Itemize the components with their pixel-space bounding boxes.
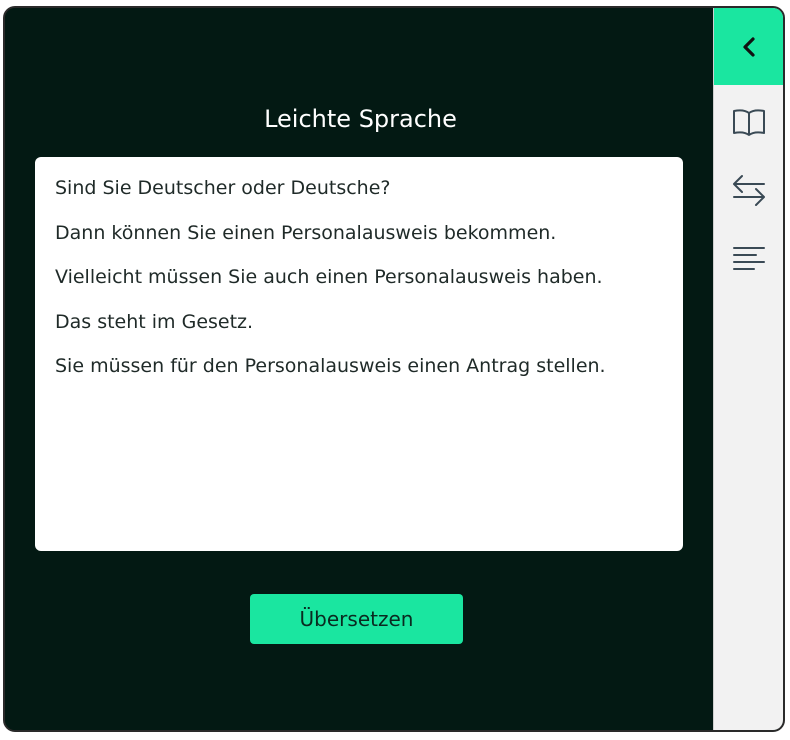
text-format-button[interactable]	[714, 236, 783, 280]
text-align-left-icon	[732, 247, 765, 270]
translate-button[interactable]: Übersetzen	[250, 594, 463, 644]
text-line: Sie müssen für den Personalausweis einen…	[55, 355, 606, 377]
page-title: Leichte Sprache	[264, 105, 457, 133]
text-line: Vielleicht müssen Sie auch einen Persona…	[55, 266, 603, 288]
dictionary-button[interactable]	[714, 100, 783, 144]
text-line: Dann können Sie einen Personalausweis be…	[55, 221, 557, 244]
collapse-sidebar-button[interactable]	[714, 8, 783, 85]
text-line: Sind Sie Deutscher oder Deutsche?	[55, 177, 391, 199]
app-window: Leichte Sprache Sind Sie Deutscher oder …	[3, 6, 785, 732]
text-output-panel: Sind Sie Deutscher oder Deutsche? Dann k…	[35, 157, 683, 551]
chevron-left-icon	[742, 36, 755, 57]
sidebar	[713, 8, 783, 730]
text-line: Das steht im Gesetz.	[55, 310, 254, 333]
book-icon	[732, 109, 765, 136]
main-panel: Leichte Sprache Sind Sie Deutscher oder …	[5, 8, 716, 730]
swap-language-button[interactable]	[714, 168, 783, 212]
swap-arrows-icon	[732, 175, 765, 206]
